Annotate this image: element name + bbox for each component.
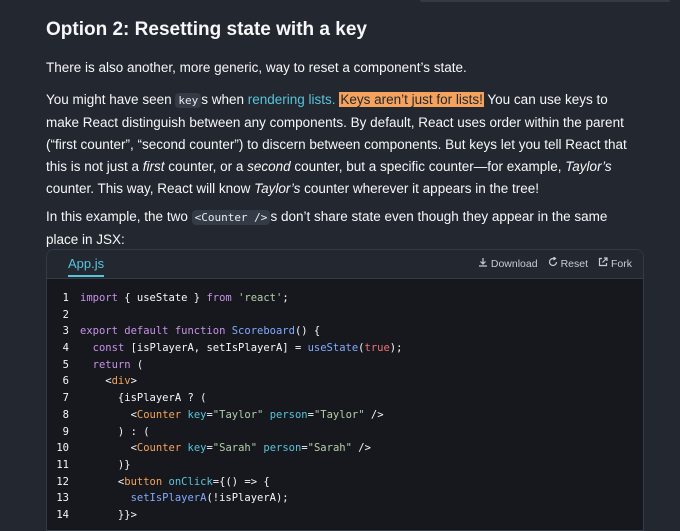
download-label: Download — [490, 257, 538, 270]
emphasis: Taylor’s — [254, 181, 301, 196]
line-number: 3 — [62, 325, 69, 338]
emphasis: Taylor’s — [565, 159, 612, 174]
fork-label: Fork — [611, 257, 632, 270]
code-content: }}> — [80, 508, 137, 521]
code-line: 14 }}> — [47, 507, 643, 524]
code-content: ) : ( — [80, 425, 150, 438]
code-content: <Counter key="Taylor" person="Taylor" /> — [80, 408, 384, 421]
inline-code-counter: <Counter /> — [191, 210, 271, 225]
line-number: 2 — [62, 308, 69, 321]
line-number: 9 — [62, 425, 69, 438]
text: counter. This way, React will know — [46, 181, 255, 196]
reset-label: Reset — [560, 257, 588, 270]
code-content: <button onClick={() => { — [80, 475, 270, 488]
line-number: 11 — [56, 458, 69, 471]
rendering-lists-link[interactable]: rendering lists. — [248, 92, 336, 107]
emphasis: first — [142, 159, 165, 174]
code-line: 4 const [isPlayerA, setIsPlayerA] = useS… — [47, 340, 643, 357]
code-line: 12 <button onClick={() => { — [47, 474, 643, 491]
reset-icon — [548, 256, 558, 270]
code-line: 7 {isPlayerA ? ( — [47, 390, 643, 407]
text: You might have seen — [46, 92, 176, 107]
sandbox-actions: Download Reset Fork — [478, 256, 632, 270]
code-line: 2 — [47, 307, 643, 324]
code-content: import { useState } from 'react'; — [80, 292, 289, 304]
code-content: <div> — [80, 375, 137, 388]
line-number: 1 — [62, 292, 69, 304]
tab-app-js[interactable]: App.js — [68, 256, 105, 277]
section-heading: Option 2: Resetting state with a key — [46, 19, 367, 40]
line-number: 12 — [56, 475, 69, 488]
code-content: export default function Scoreboard() { — [80, 325, 321, 338]
line-number: 6 — [62, 375, 69, 388]
code-line: 13 setIsPlayerA(!isPlayerA); — [47, 490, 643, 507]
code-content: setIsPlayerA(!isPlayerA); — [130, 492, 289, 505]
code-content: )} — [80, 458, 131, 471]
download-icon — [478, 257, 488, 270]
text: counter, or a — [164, 159, 248, 174]
code-line: 9 ) : ( — [47, 424, 643, 441]
top-panel-edge — [420, 0, 670, 2]
inline-code-key: key — [175, 93, 202, 108]
highlighted-text: Keys aren’t just for lists! — [339, 92, 484, 107]
line-number: 7 — [62, 392, 69, 405]
emphasis: second — [247, 159, 291, 174]
example-paragraph: In this example, the two <Counter /> s do… — [46, 206, 642, 251]
reset-button[interactable]: Reset — [548, 256, 588, 270]
line-number: 13 — [56, 492, 69, 505]
code-line: 6 <div> — [47, 373, 643, 390]
code-line: 8 <Counter key="Taylor" person="Taylor" … — [47, 407, 643, 424]
code-line: 3 export default function Scoreboard() { — [47, 323, 643, 340]
code-content: const [isPlayerA, setIsPlayerA] = useSta… — [92, 342, 403, 355]
code-content: {isPlayerA ? ( — [80, 392, 207, 405]
line-number: 4 — [62, 342, 69, 355]
line-number: 5 — [62, 358, 69, 371]
code-line: 11 )} — [47, 457, 643, 474]
line-number: 14 — [56, 508, 69, 521]
sandbox-toolbar: App.js Download Reset Fork — [47, 250, 643, 279]
line-number: 10 — [56, 442, 69, 455]
code-sandbox: App.js Download Reset Fork 1 import { use… — [46, 249, 644, 531]
code-content: <Counter key="Sarah" person="Sarah" /> — [80, 442, 371, 455]
line-number: 8 — [62, 408, 69, 421]
text: counter, but a specific counter—for exam… — [290, 159, 566, 174]
code-editor[interactable]: 1 import { useState } from 'react'; 2 3 expo… — [47, 290, 643, 524]
text: In this example, the two — [46, 209, 192, 224]
code-content: return ( — [92, 358, 144, 371]
code-line: 10 <Counter key="Sarah" person="Sarah" /… — [47, 440, 643, 457]
text: s when — [201, 92, 248, 107]
keys-paragraph: You might have seen key s when rendering … — [46, 89, 642, 200]
text: counter wherever it appears in the tree! — [300, 181, 540, 196]
download-button[interactable]: Download — [478, 257, 538, 270]
fork-button[interactable]: Fork — [598, 257, 632, 270]
external-link-icon — [598, 257, 608, 270]
intro-paragraph: There is also another, more generic, way… — [46, 60, 467, 75]
code-line: 1 import { useState } from 'react'; — [47, 290, 643, 307]
code-line: 5 return ( — [47, 357, 643, 374]
